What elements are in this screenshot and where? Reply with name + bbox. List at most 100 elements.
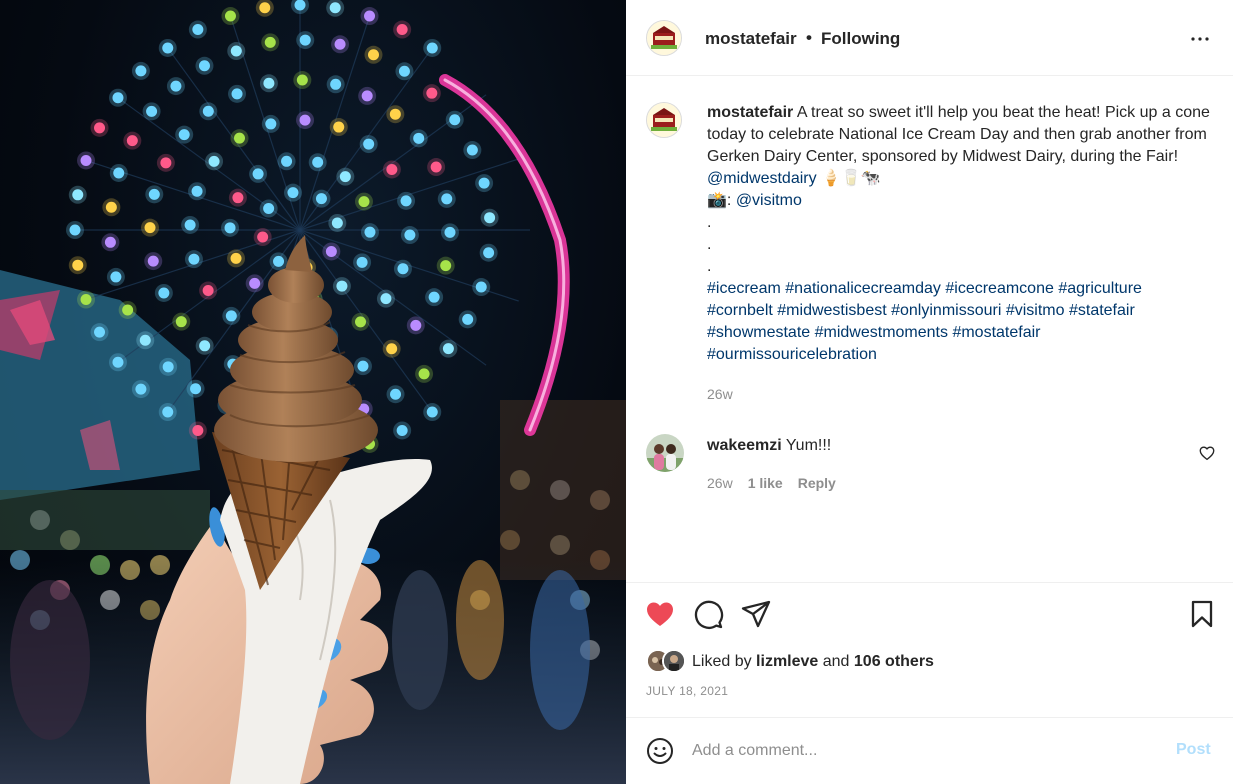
wheel-bulb: [202, 105, 214, 117]
post-comment-button[interactable]: Post: [1176, 741, 1211, 759]
wheel-bulb: [400, 195, 412, 207]
comment-item: wakeemzi Yum!!! 26w 1 like Reply: [646, 434, 1216, 504]
wheel-bulb: [367, 49, 379, 61]
commenter-avatar[interactable]: [646, 434, 684, 472]
hashtag-link[interactable]: #icecreamcone: [945, 280, 1054, 297]
hashtag-link[interactable]: #statefair: [1069, 302, 1135, 319]
hashtag-link[interactable]: #midwestisbest: [777, 302, 886, 319]
wheel-bulb: [104, 236, 116, 248]
post-detail-panel: mostatefair • Following mostatefair A tr…: [626, 0, 1240, 784]
more-options-icon[interactable]: [1188, 27, 1212, 51]
wheel-bulb: [441, 193, 453, 205]
comment-timestamp[interactable]: 26w: [707, 475, 733, 491]
wheel-bulb: [449, 114, 461, 126]
hashtag-link[interactable]: #showmestate: [707, 324, 810, 341]
wheel-bulb: [299, 114, 311, 126]
like-heart-icon[interactable]: [644, 598, 676, 630]
wheel-bulb: [160, 157, 172, 169]
wheel-bulb: [265, 118, 277, 130]
caption-author-avatar[interactable]: [646, 102, 682, 138]
wheel-bulb: [224, 222, 236, 234]
wheel-bulb: [418, 368, 430, 380]
mention-visitmo[interactable]: @visitmo: [736, 192, 802, 209]
wheel-bulb: [162, 406, 174, 418]
share-paper-plane-icon[interactable]: [740, 598, 772, 630]
caption-timestamp[interactable]: 26w: [707, 386, 733, 402]
caption-dot: .: [707, 236, 712, 253]
wheel-bulb: [364, 226, 376, 238]
wheel-bulb: [389, 108, 401, 120]
post-author-username[interactable]: mostatefair: [705, 29, 797, 49]
wheel-bulb: [231, 88, 243, 100]
wheel-bulb: [357, 360, 369, 372]
wheel-bulb: [426, 87, 438, 99]
wheel-bulb: [170, 80, 182, 92]
wheel-bulb: [144, 222, 156, 234]
emoji-smiley-icon[interactable]: [646, 737, 674, 765]
hashtag-link[interactable]: #nationalicecreamday: [785, 280, 941, 297]
wheel-bulb: [122, 304, 134, 316]
caption-dot: .: [707, 214, 712, 231]
hashtag-link[interactable]: #agriculture: [1058, 280, 1142, 297]
wheel-bulb: [380, 293, 392, 305]
comment-likes-count[interactable]: 1 like: [748, 475, 783, 491]
liked-by-others[interactable]: 106 others: [854, 653, 934, 670]
wheel-bulb: [299, 34, 311, 46]
wheel-bulb: [478, 177, 490, 189]
wheel-bulb: [315, 193, 327, 205]
wheel-bulb: [312, 156, 324, 168]
following-button[interactable]: Following: [821, 29, 900, 49]
hashtag-link[interactable]: #visitmo: [1006, 302, 1065, 319]
wheel-bulb: [230, 45, 242, 57]
likes-text[interactable]: Liked by lizmleve and 106 others: [692, 653, 934, 671]
liked-by-user[interactable]: lizmleve: [756, 653, 818, 670]
state-fair-logo: [647, 103, 681, 137]
wheel-bulb: [390, 388, 402, 400]
wheel-bulb: [233, 132, 245, 144]
wheel-bulb: [126, 135, 138, 147]
comment-text: Yum!!!: [781, 437, 832, 454]
wheel-bulb: [112, 92, 124, 104]
liker-avatars[interactable]: [646, 649, 692, 675]
wheel-bulb: [192, 24, 204, 36]
caption-emojis: 🍦🥛🐄: [816, 170, 881, 187]
wheel-bulb: [475, 281, 487, 293]
caption-username[interactable]: mostatefair: [707, 104, 793, 121]
likes-summary: Liked by lizmleve and 106 others: [646, 649, 934, 675]
hashtag-link[interactable]: #ourmissouricelebration: [707, 346, 877, 363]
wheel-bulb: [178, 129, 190, 141]
wheel-bulb: [225, 310, 237, 322]
wheel-bulb: [430, 161, 442, 173]
wheel-bulb: [224, 10, 236, 22]
wheel-bulb: [162, 42, 174, 54]
comment-bubble-icon[interactable]: [692, 598, 724, 630]
post-image[interactable]: [0, 0, 626, 784]
comment-like-heart-icon[interactable]: [1198, 444, 1216, 462]
hashtag-link[interactable]: #cornbelt: [707, 302, 773, 319]
wheel-bulb: [428, 291, 440, 303]
wheel-bulb: [442, 343, 454, 355]
reply-button[interactable]: Reply: [798, 475, 836, 491]
hashtag-link[interactable]: #mostatefair: [952, 324, 1040, 341]
wheel-bulb: [336, 280, 348, 292]
wheel-bulb: [361, 90, 373, 102]
wheel-bulb: [466, 144, 478, 156]
mostatefair-avatar[interactable]: [646, 20, 682, 56]
caption-dot: .: [707, 258, 712, 275]
wheel-bulb: [462, 313, 474, 325]
comment-meta: 26w 1 like Reply: [707, 475, 836, 491]
add-comment-input[interactable]: [692, 735, 1162, 767]
wheel-bulb: [94, 122, 106, 134]
post-date[interactable]: JULY 18, 2021: [646, 684, 728, 698]
comment-username[interactable]: wakeemzi: [707, 437, 782, 454]
wheel-bulb: [358, 196, 370, 208]
hashtag-link[interactable]: #icecream: [707, 280, 781, 297]
mention-midwestdairy[interactable]: @midwestdairy: [707, 170, 817, 187]
save-bookmark-icon[interactable]: [1186, 598, 1218, 630]
liker-photo: [664, 651, 684, 671]
hashtag-link[interactable]: #midwestmoments: [815, 324, 948, 341]
wheel-bulb: [483, 247, 495, 259]
hashtag-link[interactable]: #onlyinmissouri: [891, 302, 1001, 319]
wheel-bulb: [80, 154, 92, 166]
wheel-bulb: [410, 319, 422, 331]
